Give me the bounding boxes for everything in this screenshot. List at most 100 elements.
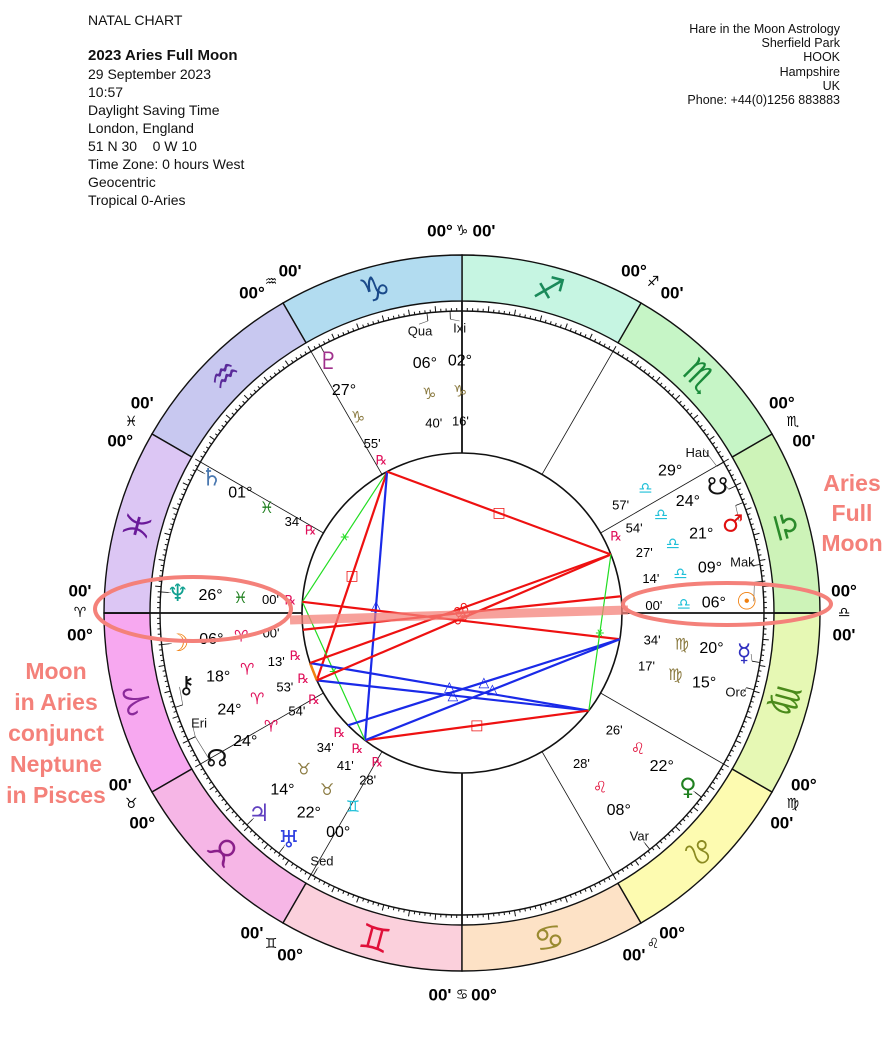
degree-tick [539, 315, 543, 322]
annotation-right-line: Full [832, 500, 873, 526]
degree-tick [686, 408, 689, 412]
saturn-icon: ♄ [201, 463, 223, 491]
degree-tick [243, 826, 249, 832]
aspect-sextile-icon: ⚹ [341, 529, 350, 545]
retrograde-icon: ℞ [352, 742, 364, 757]
degree-tick [347, 330, 350, 334]
annotation-left-line: conjunct [8, 720, 104, 746]
degree-tick [717, 772, 721, 776]
degree-tick [299, 354, 303, 358]
degree-tick [529, 315, 532, 319]
planet-degree: 02° [448, 353, 472, 370]
degree-tick [218, 794, 222, 797]
degree-tick [278, 853, 281, 857]
degree-tick [203, 772, 207, 776]
degree-tick [634, 360, 640, 366]
planet-sign-icon: ♓ [233, 588, 247, 607]
jupiter-icon: ♃ [248, 799, 270, 827]
cusp-minute: 00' [833, 626, 856, 645]
degree-tick [723, 458, 729, 463]
degree-tick [709, 435, 715, 441]
degree-tick [706, 433, 710, 436]
degree-tick [643, 369, 646, 373]
degree-tick [686, 814, 689, 818]
planet-minute: 17' [638, 659, 655, 674]
degree-tick [331, 886, 335, 893]
cusp-degree: 00° [277, 945, 303, 964]
cusp-sign-icon: ♌ [647, 936, 660, 952]
degree-tick [603, 879, 606, 883]
degree-tick [712, 442, 716, 445]
degree-tick [337, 334, 340, 338]
planet-sign-icon: ♌ [593, 777, 607, 796]
degree-tick [643, 853, 646, 857]
degree-tick [434, 306, 437, 313]
degree-tick [242, 400, 246, 404]
degree-tick [598, 341, 601, 345]
degree-tick [655, 844, 661, 850]
degree-tick [593, 338, 597, 342]
degree-tick [392, 907, 395, 911]
annotation-right-line: Aries [823, 470, 881, 496]
cusp-sign-icon: ♏ [787, 414, 800, 430]
degree-tick [675, 826, 681, 832]
degree-tick [307, 346, 312, 352]
degree-tick [730, 749, 734, 752]
degree-tick [253, 389, 257, 393]
degree-tick [269, 375, 273, 379]
degree-tick [647, 850, 651, 854]
degree-tick [735, 482, 742, 486]
degree-tick [181, 493, 185, 496]
degree-tick [172, 507, 179, 511]
planet-degree: 14° [270, 781, 294, 798]
retrograde-icon: ℞ [372, 755, 384, 770]
cusp-label: 00° ♑ 00' [427, 222, 495, 241]
degree-tick [225, 806, 231, 812]
planet-minute: 34' [285, 514, 302, 529]
degree-tick [221, 424, 225, 428]
degree-tick [678, 822, 682, 826]
degree-tick [702, 429, 706, 432]
degree-tick [209, 435, 215, 441]
degree-tick [164, 543, 168, 546]
degree-tick [165, 685, 170, 688]
degree-tick [235, 408, 238, 412]
degree-tick [569, 894, 572, 898]
degree-tick [715, 777, 719, 780]
planet-sign-icon: ♍ [668, 665, 682, 684]
annotation-left-line: Neptune [10, 751, 102, 777]
cusp-label: 00° ♈ 00' [67, 582, 93, 645]
degree-tick [733, 744, 737, 748]
degree-tick [723, 763, 729, 768]
degree-tick [403, 909, 405, 913]
degree-tick [231, 412, 235, 416]
degree-tick [709, 785, 715, 791]
planet-sign-icon: ♎ [654, 505, 668, 524]
degree-tick [408, 910, 411, 917]
degree-tick [158, 664, 165, 667]
degree-tick [214, 433, 218, 436]
degree-tick [603, 343, 606, 347]
degree-tick [593, 884, 597, 888]
cusp-minute: 00' [792, 432, 815, 451]
degree-tick [179, 725, 183, 728]
degree-tick [584, 334, 587, 338]
degree-tick [190, 474, 194, 477]
degree-tick [630, 863, 633, 867]
degree-tick [347, 892, 350, 896]
degree-tick [699, 798, 703, 802]
degree-tick [712, 781, 716, 784]
degree-tick [162, 554, 166, 556]
degree-tick [715, 446, 719, 449]
planet-minute: 54' [626, 520, 643, 535]
planet-degree: 06° [413, 355, 437, 372]
degree-tick [529, 907, 532, 911]
planet-degree: 15° [692, 674, 716, 691]
sun-icon: ☉ [736, 588, 758, 616]
degree-tick [659, 840, 663, 844]
degree-tick [381, 315, 385, 322]
degree-tick [696, 420, 700, 424]
neptune-icon: ♆ [167, 579, 189, 607]
degree-tick [356, 896, 360, 903]
degree-tick [758, 670, 762, 672]
